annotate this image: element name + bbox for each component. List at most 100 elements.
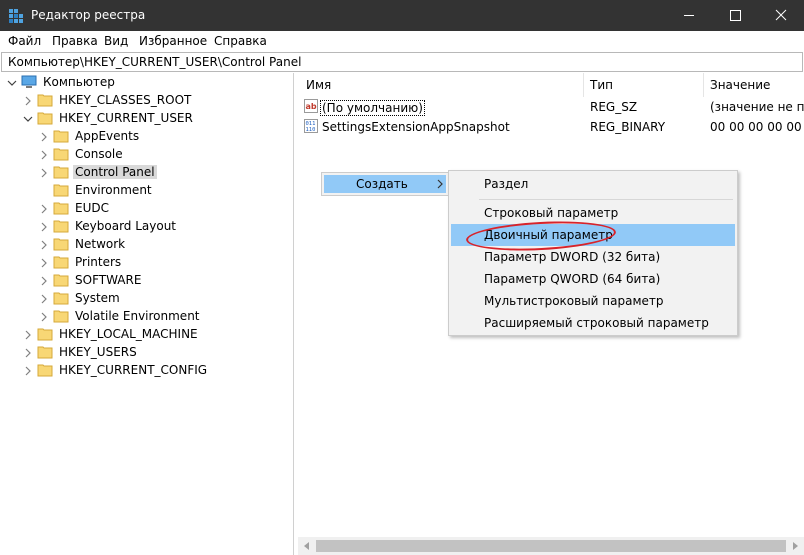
tree-item-computer[interactable]: Компьютер — [7, 74, 207, 92]
svg-text:ab: ab — [306, 102, 317, 111]
submenu-item-multistring[interactable]: Мультистроковый параметр — [451, 290, 735, 312]
maximize-button[interactable] — [712, 0, 758, 31]
folder-icon — [53, 202, 69, 215]
submenu-item-string[interactable]: Строковый параметр — [451, 202, 735, 224]
menu-favorites[interactable]: Избранное — [139, 34, 207, 48]
tree-item-volatile-environment[interactable]: Volatile Environment — [39, 308, 239, 326]
menu-help[interactable]: Справка — [214, 34, 267, 48]
chevron-right-icon[interactable] — [39, 294, 49, 304]
menu-separator — [479, 199, 733, 200]
submenu-item-qword[interactable]: Параметр QWORD (64 бита) — [451, 268, 735, 290]
folder-icon — [37, 94, 53, 107]
tree-item-hkcu[interactable]: HKEY_CURRENT_USER — [23, 110, 223, 128]
value-name: (По умолчанию) — [320, 100, 425, 116]
chevron-right-icon[interactable] — [23, 348, 33, 358]
folder-icon — [53, 148, 69, 161]
chevron-right-icon[interactable] — [39, 204, 49, 214]
submenu-item-key[interactable]: Раздел — [451, 173, 735, 195]
column-divider[interactable] — [583, 73, 584, 97]
list-row[interactable]: ab (По умолчанию) REG_SZ (значение не пр… — [302, 98, 804, 116]
tree-item-system[interactable]: System — [39, 290, 239, 308]
folder-icon — [53, 292, 69, 305]
folder-icon — [53, 184, 69, 197]
column-header-value[interactable]: Значение — [710, 78, 770, 92]
chevron-right-icon[interactable] — [39, 150, 49, 160]
tree-item-hku[interactable]: HKEY_USERS — [23, 344, 223, 362]
tree-item-printers[interactable]: Printers — [39, 254, 239, 272]
title-bar: Редактор реестра — [0, 0, 804, 31]
string-value-icon: ab — [304, 99, 318, 113]
address-bar[interactable]: Компьютер\HKEY_CURRENT_USER\Control Pane… — [1, 52, 803, 72]
chevron-right-icon[interactable] — [39, 312, 49, 322]
chevron-right-icon — [437, 179, 443, 189]
tree-label: HKEY_USERS — [59, 345, 137, 359]
chevron-right-icon[interactable] — [23, 330, 33, 340]
tree-item-control-panel[interactable]: Control Panel — [39, 164, 239, 182]
tree-label: AppEvents — [75, 129, 140, 143]
tree-item-hklm[interactable]: HKEY_LOCAL_MACHINE — [23, 326, 223, 344]
chevron-down-icon[interactable] — [23, 114, 33, 124]
tree-item-eudc[interactable]: EUDC — [39, 200, 239, 218]
tree-label: Keyboard Layout — [75, 219, 177, 233]
folder-icon — [53, 238, 69, 251]
chevron-right-icon[interactable] — [23, 366, 33, 376]
scroll-left-icon[interactable] — [302, 541, 312, 551]
menu-edit[interactable]: Правка — [52, 34, 98, 48]
tree-label: EUDC — [75, 201, 109, 215]
menu-file[interactable]: Файл — [8, 34, 41, 48]
tree-item-keyboard-layout[interactable]: Keyboard Layout — [39, 218, 239, 236]
submenu-item-expandable-string[interactable]: Расширяемый строковый параметр — [451, 312, 735, 334]
tree-label: Network — [75, 237, 126, 251]
registry-tree: Компьютер HKEY_CLASSES_ROOT HKEY_CURRENT… — [1, 73, 294, 555]
scrollbar-thumb[interactable] — [316, 540, 786, 552]
tree-label: Компьютер — [43, 75, 115, 89]
tree-item-appevents[interactable]: AppEvents — [39, 128, 239, 146]
submenu-item-label: Параметр DWORD (32 бита) — [484, 250, 661, 264]
submenu-item-label: Строковый параметр — [484, 206, 619, 220]
submenu-item-label: Расширяемый строковый параметр — [484, 316, 709, 330]
tree-item-software[interactable]: SOFTWARE — [39, 272, 239, 290]
submenu-item-label: Параметр QWORD (64 бита) — [484, 272, 661, 286]
chevron-right-icon[interactable] — [39, 276, 49, 286]
chevron-down-icon[interactable] — [7, 78, 17, 88]
tree-label: Control Panel — [73, 165, 157, 179]
horizontal-scrollbar[interactable] — [298, 537, 804, 555]
column-divider[interactable] — [703, 73, 704, 97]
value-type: REG_BINARY — [590, 120, 666, 134]
submenu-item-label: Раздел — [484, 177, 529, 191]
chevron-right-icon[interactable] — [39, 258, 49, 268]
context-menu: Создать — [321, 172, 449, 196]
close-button[interactable] — [758, 0, 804, 31]
submenu-item-label: Мультистроковый параметр — [484, 294, 664, 308]
column-header-name[interactable]: Имя — [306, 78, 331, 92]
tree-item-hkcc[interactable]: HKEY_CURRENT_CONFIG — [23, 362, 223, 380]
tree-item-environment[interactable]: Environment — [39, 182, 239, 200]
tree-label: Volatile Environment — [75, 309, 200, 323]
folder-icon — [53, 220, 69, 233]
folder-icon — [53, 130, 69, 143]
tree-label: SOFTWARE — [75, 273, 142, 287]
maximize-icon — [730, 10, 741, 21]
menu-view[interactable]: Вид — [104, 34, 128, 48]
tree-label: HKEY_CLASSES_ROOT — [59, 93, 192, 107]
chevron-right-icon[interactable] — [39, 132, 49, 142]
chevron-right-icon[interactable] — [39, 240, 49, 250]
tree-label: HKEY_CURRENT_USER — [59, 111, 193, 125]
create-submenu: Раздел Строковый параметр Двоичный парам… — [448, 170, 738, 336]
folder-icon — [53, 310, 69, 323]
tree-item-console[interactable]: Console — [39, 146, 239, 164]
list-row[interactable]: 011 110 SettingsExtensionAppSnapshot REG… — [302, 118, 804, 136]
column-header-type[interactable]: Тип — [590, 78, 613, 92]
tree-item-hkcr[interactable]: HKEY_CLASSES_ROOT — [23, 92, 223, 110]
tree-item-network[interactable]: Network — [39, 236, 239, 254]
minimize-button[interactable] — [666, 0, 712, 31]
folder-icon — [53, 274, 69, 287]
chevron-right-icon[interactable] — [23, 96, 33, 106]
menu-bar: Файл Правка Вид Избранное Справка — [0, 31, 804, 51]
tree-label: System — [75, 291, 120, 305]
scroll-right-icon[interactable] — [790, 541, 800, 551]
chevron-right-icon[interactable] — [39, 168, 49, 178]
svg-text:110: 110 — [306, 127, 316, 133]
chevron-right-icon[interactable] — [39, 222, 49, 232]
folder-icon — [37, 328, 53, 341]
